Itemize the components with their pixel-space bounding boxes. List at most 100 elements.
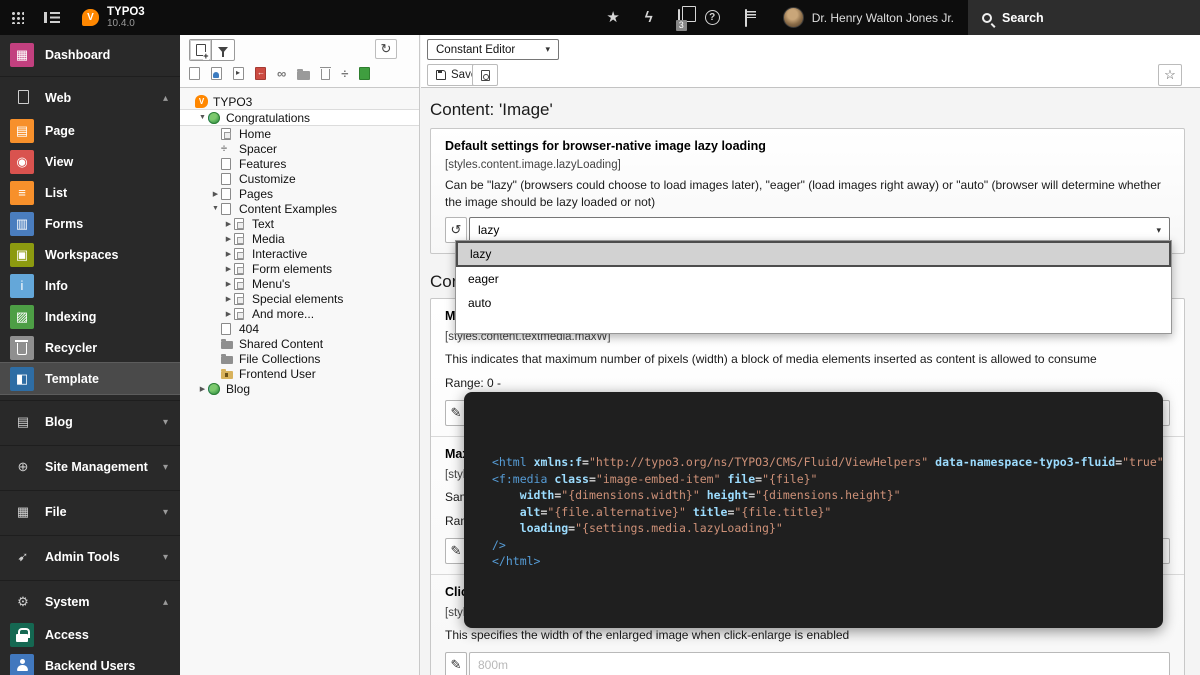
caret-right-icon[interactable]: ▶ — [223, 310, 234, 318]
sidebar-item-recycler[interactable]: Recycler — [0, 332, 180, 363]
tree-item-menu-s[interactable]: ▶Menu's — [180, 276, 419, 291]
tree-item-404[interactable]: 404 — [180, 321, 419, 336]
tree-item-content-examples[interactable]: ▼Content Examples — [180, 201, 419, 216]
caret-right-icon[interactable]: ▶ — [210, 190, 221, 198]
tree-item-customize[interactable]: Customize — [180, 171, 419, 186]
code-line: width="{dimensions.width}" height="{dime… — [492, 487, 1149, 504]
drag-new-shortcut-page-icon[interactable] — [233, 67, 244, 80]
page-icon — [221, 158, 231, 170]
folder-icon — [221, 341, 233, 349]
filter-button[interactable] — [212, 40, 234, 60]
user-menu[interactable]: Dr. Henry Walton Jones Jr. — [769, 0, 968, 35]
caret-right-icon[interactable]: ▶ — [223, 220, 234, 228]
tree-item-blog[interactable]: ▶Blog — [180, 381, 419, 396]
sidebar-section-web[interactable]: Web▴ — [0, 81, 180, 115]
tree-item-shared-content[interactable]: Shared Content — [180, 336, 419, 351]
tree-item-typo3[interactable]: VTYPO3 — [180, 94, 419, 109]
sidebar-item-workspaces[interactable]: ▣Workspaces — [0, 239, 180, 270]
tree-item-spacer[interactable]: ÷Spacer — [180, 141, 419, 156]
sidebar-item-dashboard[interactable]: ▦Dashboard — [0, 39, 180, 70]
sidebar-item-template[interactable]: ◧Template — [0, 363, 180, 394]
caret-right-icon[interactable]: ▶ — [223, 235, 234, 243]
sidebar-item-view[interactable]: ◉View — [0, 146, 180, 177]
tree-item-frontend-user[interactable]: Frontend User — [180, 366, 419, 381]
edit-value-button[interactable]: ✎ — [445, 652, 467, 675]
new-page-button[interactable] — [190, 40, 212, 60]
chevron-down-icon: ▾ — [163, 462, 168, 473]
sidebar-section-label: File — [45, 505, 163, 519]
option-auto[interactable]: auto — [456, 291, 1171, 315]
bookmark-page-button[interactable]: ☆ — [1158, 64, 1182, 86]
clickenlarge-input[interactable] — [469, 652, 1170, 675]
drag-new-link-icon[interactable]: ∞ — [277, 66, 286, 81]
sidebar-item-indexing[interactable]: ▨Indexing — [0, 301, 180, 332]
sidebar-item-info[interactable]: iInfo — [0, 270, 180, 301]
tree-item-pages[interactable]: ▶Pages — [180, 186, 419, 201]
bookmarks-icon[interactable]: ★ — [606, 11, 619, 25]
docheader: Constant Editor ▾ Save ☆ — [421, 35, 1200, 88]
help-icon[interactable]: ? — [705, 10, 720, 25]
code-line: loading="{settings.media.lazyLoading}" — [492, 520, 1149, 537]
clear-cache-icon[interactable]: ϟ — [645, 11, 653, 25]
drag-new-standard-page-icon[interactable] — [189, 67, 200, 80]
module-menu-toggle-button[interactable] — [0, 0, 34, 35]
tree-item-features[interactable]: Features — [180, 156, 419, 171]
sidebar-section-system[interactable]: ⚙System▴ — [0, 585, 180, 619]
drag-new-external-link-page-icon[interactable] — [255, 67, 266, 80]
sidebar-section-site-management[interactable]: ⊕Site Management▾ — [0, 450, 180, 484]
opened-documents-icon[interactable]: 3 — [678, 11, 680, 25]
caret-down-icon[interactable]: ▼ — [197, 114, 208, 121]
sidebar-item-label: Page — [45, 124, 75, 138]
tree-item-text[interactable]: ▶Text — [180, 216, 419, 231]
system-information-icon[interactable] — [745, 11, 747, 25]
tree-item-label: Congratulations — [223, 111, 310, 125]
sidebar-item-access[interactable]: Access — [0, 619, 180, 650]
pagetree: VTYPO3 ▼ CongratulationsHome÷SpacerFeature… — [180, 88, 419, 396]
tree-item-interactive[interactable]: ▶Interactive — [180, 246, 419, 261]
drag-trash-icon[interactable] — [321, 69, 330, 80]
caret-down-icon[interactable]: ▼ — [210, 205, 221, 212]
tree-item-and-more[interactable]: ▶ And more... — [180, 306, 419, 321]
drag-new-page-inside-icon[interactable] — [359, 67, 370, 80]
option-lazy[interactable]: lazy — [456, 241, 1171, 267]
option-eager[interactable]: eager — [456, 267, 1171, 291]
pagetree-toggle-button[interactable] — [34, 0, 68, 35]
tree-item-label: And more... — [249, 307, 314, 321]
refresh-icon: ↻ — [381, 41, 392, 57]
chevron-up-icon: ▴ — [163, 93, 168, 104]
caret-right-icon[interactable]: ▶ — [223, 295, 234, 303]
caret-right-icon[interactable]: ▶ — [223, 265, 234, 273]
sidebar-item-backend-users[interactable]: Backend Users — [0, 650, 180, 675]
sidebar-section-admin-tools[interactable]: ➹Admin Tools▾ — [0, 540, 180, 574]
sidebar-item-label: Workspaces — [45, 248, 118, 262]
sidebar-item-page[interactable]: ▤Page — [0, 115, 180, 146]
drag-page-types-row: ∞÷ — [189, 66, 370, 81]
tree-item-form-elements[interactable]: ▶Form elements — [180, 261, 419, 276]
preview-button[interactable] — [472, 64, 498, 86]
drag-new-spacer-icon[interactable]: ÷ — [341, 66, 348, 81]
dashboard-icon: ▦ — [10, 43, 34, 67]
typo3-logo[interactable]: V TYPO3 10.4.0 — [68, 0, 155, 35]
sidebar-item-forms[interactable]: ▥Forms — [0, 208, 180, 239]
drag-new-frontend-user-page-icon[interactable] — [211, 67, 222, 80]
drag-new-folder-icon[interactable] — [297, 71, 310, 80]
pencil-icon: ✎ — [451, 543, 462, 559]
caret-right-icon[interactable]: ▶ — [223, 280, 234, 288]
caret-right-icon[interactable]: ▶ — [197, 385, 208, 393]
sidebar-item-list[interactable]: ≡List — [0, 177, 180, 208]
tree-item-home[interactable]: Home — [180, 126, 419, 141]
refresh-tree-button[interactable]: ↻ — [375, 39, 397, 59]
content-page-icon — [234, 308, 244, 320]
search-bar[interactable]: Search — [968, 0, 1200, 35]
tree-item-file-collections[interactable]: File Collections — [180, 351, 419, 366]
tree-item-media[interactable]: ▶Media — [180, 231, 419, 246]
tree-item-special-elements[interactable]: ▶Special elements — [180, 291, 419, 306]
indexing-icon: ▨ — [10, 305, 34, 329]
sidebar-section-blog[interactable]: ▤Blog▾ — [0, 405, 180, 439]
tree-item-congratulations[interactable]: ▼ Congratulations — [180, 109, 419, 126]
editor-mode-select[interactable]: Constant Editor ▾ — [427, 39, 559, 60]
chevron-down-icon: ▾ — [1156, 225, 1161, 236]
caret-right-icon[interactable]: ▶ — [223, 250, 234, 258]
sidebar-section-file[interactable]: ▦File▾ — [0, 495, 180, 529]
sidebar-item-label: Access — [45, 628, 89, 642]
